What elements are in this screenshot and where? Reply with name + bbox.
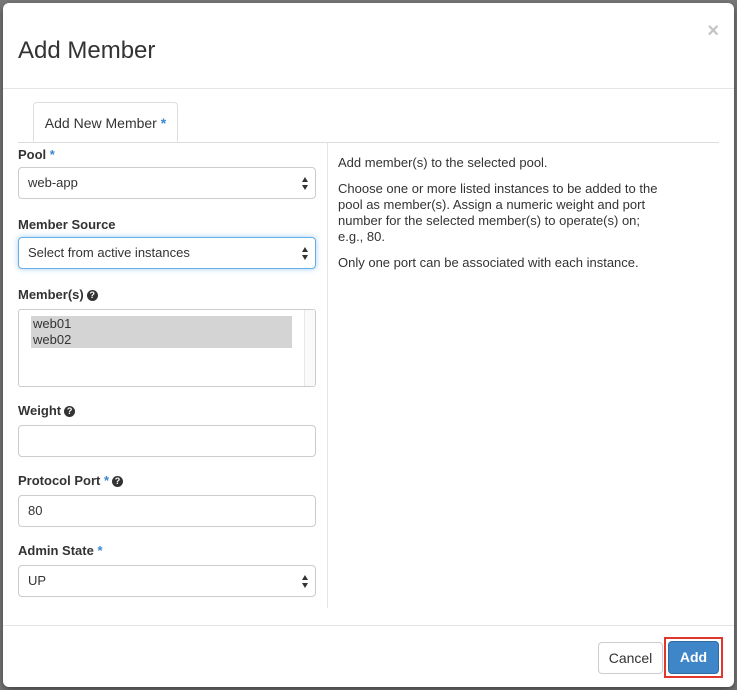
list-item[interactable]: web02	[31, 332, 292, 348]
select-arrows-icon	[302, 177, 309, 190]
wizard-tabs: Add New Member *	[18, 102, 719, 143]
listbox-scrollbar[interactable]	[304, 310, 315, 386]
required-marker: *	[160, 115, 167, 131]
close-icon[interactable]: ×	[707, 21, 719, 41]
weight-label: Weight?	[18, 403, 76, 418]
question-circle-icon[interactable]: ?	[86, 290, 98, 301]
tab-add-new-member[interactable]: Add New Member *	[33, 102, 178, 142]
protocol-port-input[interactable]: 80	[18, 495, 316, 527]
add-member-dialog: Add Member × Add New Member * Pool * web…	[3, 3, 734, 687]
column-divider	[327, 143, 328, 608]
modal-header: Add Member ×	[3, 3, 734, 89]
question-circle-icon[interactable]: ?	[64, 406, 76, 417]
select-arrows-icon	[302, 247, 309, 260]
weight-input[interactable]	[18, 425, 316, 457]
members-listbox[interactable]: web01 web02	[18, 309, 316, 387]
help-paragraph: Choose one or more listed instances to b…	[338, 181, 658, 244]
pool-label: Pool *	[18, 147, 55, 162]
members-label: Member(s)?	[18, 287, 98, 302]
admin-state-label: Admin State *	[18, 543, 103, 558]
form-column: Pool * web-app Member Source Select from…	[18, 143, 316, 608]
question-circle-icon[interactable]: ?	[112, 476, 124, 487]
pool-select[interactable]: web-app	[18, 167, 316, 199]
admin-state-value: UP	[28, 573, 47, 588]
member-source-value: Select from active instances	[28, 245, 190, 260]
tab-label: Add New Member	[44, 115, 157, 131]
admin-state-select[interactable]: UP	[18, 565, 316, 597]
pool-select-value: web-app	[28, 175, 78, 190]
help-panel: Add member(s) to the selected pool. Choo…	[338, 143, 678, 281]
list-item[interactable]: web01	[31, 316, 292, 332]
help-paragraph: Add member(s) to the selected pool.	[338, 155, 548, 170]
cancel-button[interactable]: Cancel	[598, 642, 663, 674]
help-paragraph: Only one port can be associated with eac…	[338, 255, 639, 270]
select-arrows-icon	[302, 575, 309, 588]
add-button[interactable]: Add	[668, 641, 719, 674]
modal-footer: Cancel Add	[3, 625, 734, 687]
member-source-select[interactable]: Select from active instances	[18, 237, 316, 269]
member-source-label: Member Source	[18, 217, 116, 232]
modal-title: Add Member	[18, 37, 156, 64]
protocol-port-label: Protocol Port *?	[18, 473, 124, 488]
